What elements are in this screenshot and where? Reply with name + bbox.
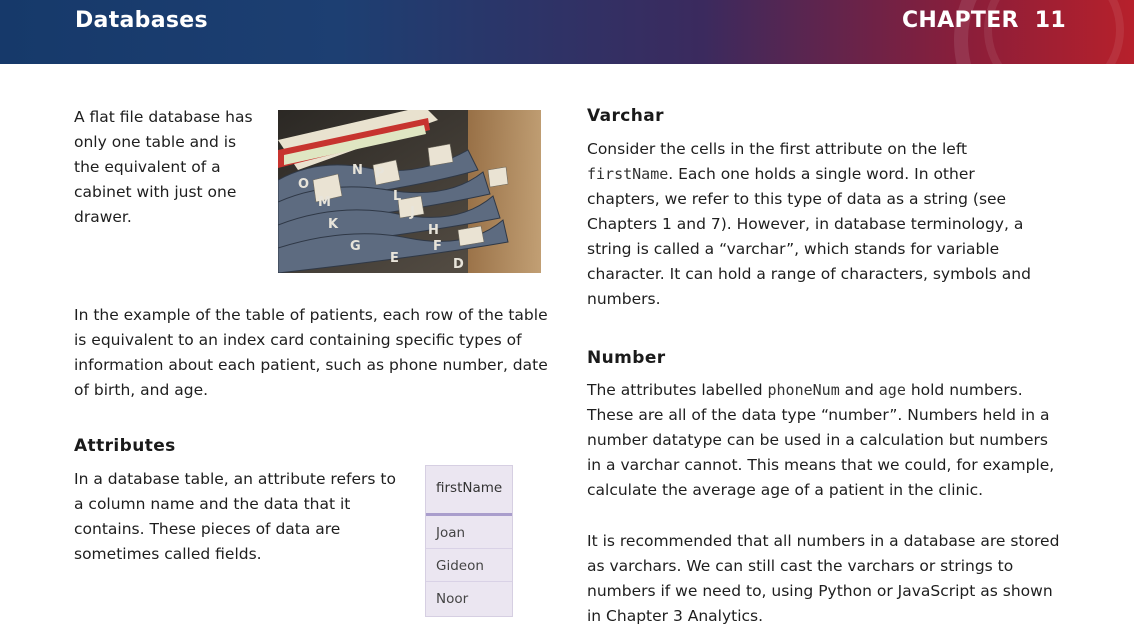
flat-file-caption: A flat file database has only one table … (74, 108, 253, 226)
firstname-attribute-table: firstName Joan Gideon Noor (425, 465, 513, 617)
patients-paragraph: In the example of the table of patients,… (74, 306, 548, 399)
card-tab-letter: J (409, 205, 415, 220)
card-tab-letter: E (390, 251, 399, 266)
varchar-paragraph: Consider the cells in the first attribut… (587, 137, 1037, 312)
card-tab-letter: P (375, 166, 385, 181)
chapter-number: 11 (1034, 8, 1066, 33)
card-tab-letter: K (328, 217, 339, 232)
index-card-cabinet-photo: P O N M L K J H G F E D (278, 110, 541, 273)
age-code: age (878, 381, 906, 399)
card-tab-letter: D (453, 257, 464, 272)
varchar-text-rest: . Each one holds a single word. In other… (587, 165, 1031, 308)
card-tab-letter: G (350, 239, 361, 254)
recommendation-paragraph: It is recommended that all numbers in a … (587, 532, 1060, 625)
attribute-cell: Joan (426, 516, 512, 549)
card-tab-letter: O (298, 177, 309, 192)
varchar-text-start: Consider the cells in the first attribut… (587, 140, 968, 158)
attributes-heading: Attributes (74, 436, 176, 456)
attribute-cell: Noor (436, 591, 469, 607)
number-text-start: The attributes labelled (587, 381, 763, 399)
attribute-column-header: firstName (426, 466, 512, 516)
card-tab-letter: N (352, 163, 363, 178)
chapter-header: Databases CHAPTER 11 (0, 0, 1134, 64)
card-tab-letter: M (318, 195, 331, 210)
attribute-cell: Gideon (426, 549, 512, 582)
index-card-cabinet-illustration: P O N M L K J H G F E D (278, 110, 541, 273)
section-title: Databases (75, 8, 208, 33)
number-paragraph: The attributes labelled phoneNum and age… (587, 378, 1065, 503)
chapter-label: CHAPTER 11 (902, 8, 1066, 33)
varchar-heading: Varchar (587, 106, 664, 126)
phonenum-code: phoneNum (767, 381, 840, 399)
number-heading: Number (587, 348, 666, 368)
firstname-code: firstName (587, 165, 669, 183)
card-tab-letter: F (433, 239, 442, 254)
card-tab-letter: H (428, 223, 439, 238)
card-tab-letter: L (393, 189, 401, 204)
attributes-paragraph: In a database table, an attribute refers… (74, 470, 396, 563)
number-text-and: and (844, 381, 874, 399)
chapter-word: CHAPTER (901, 8, 1019, 33)
